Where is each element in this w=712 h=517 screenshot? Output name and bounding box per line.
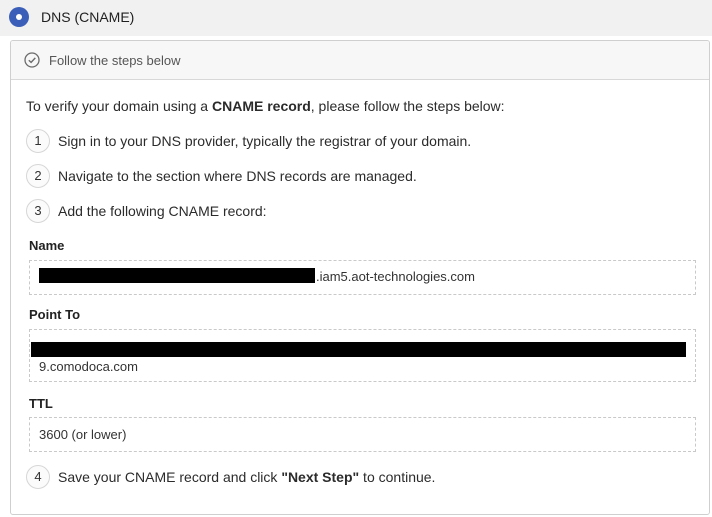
name-field[interactable]: .iam5.aot-technologies.com [29,260,696,295]
intro-prefix: To verify your domain using a [26,98,212,114]
ttl-value: 3600 (or lower) [39,427,127,442]
point-to-label: Point To [29,307,81,322]
ttl-field[interactable]: 3600 (or lower) [29,417,696,452]
intro-text: To verify your domain using a CNAME reco… [26,98,505,114]
point-to-field[interactable]: 9.comodoca.com [29,329,696,382]
intro-suffix: , please follow the steps below: [310,98,505,114]
step-number-badge: 2 [26,164,50,188]
cname-radio-button[interactable] [9,7,29,27]
check-circle-icon [24,52,40,68]
name-value: .iam5.aot-technologies.com [316,269,475,284]
step-4-suffix: to continue. [359,469,436,485]
intro-bold: CNAME record [211,98,311,114]
next-step-emphasis: "Next Step" [281,469,360,485]
step-text: Navigate to the section where DNS record… [58,168,417,184]
step-text: Add the following CNAME record: [58,203,267,219]
step-text: Save your CNAME record and click "Next S… [58,469,435,485]
redacted-block [31,342,686,357]
radio-selected-dot [16,14,22,20]
step-number-badge: 3 [26,199,50,223]
step-number-badge: 1 [26,129,50,153]
point-to-value: 9.comodoca.com [39,359,138,374]
step-text: Sign in to your DNS provider, typically … [58,133,472,149]
step-number-badge: 4 [26,465,50,489]
cname-option-label: DNS (CNAME) [41,9,135,25]
panel-header: Follow the steps below [11,41,709,80]
panel-header-title: Follow the steps below [49,53,181,68]
step-4-prefix: Save your CNAME record and click [58,469,282,485]
name-label: Name [29,238,65,253]
redacted-block [39,268,315,283]
ttl-label: TTL [29,396,53,411]
cname-option-row[interactable]: DNS (CNAME) [0,0,712,36]
steps-panel: Follow the steps below To verify your do… [10,40,710,515]
